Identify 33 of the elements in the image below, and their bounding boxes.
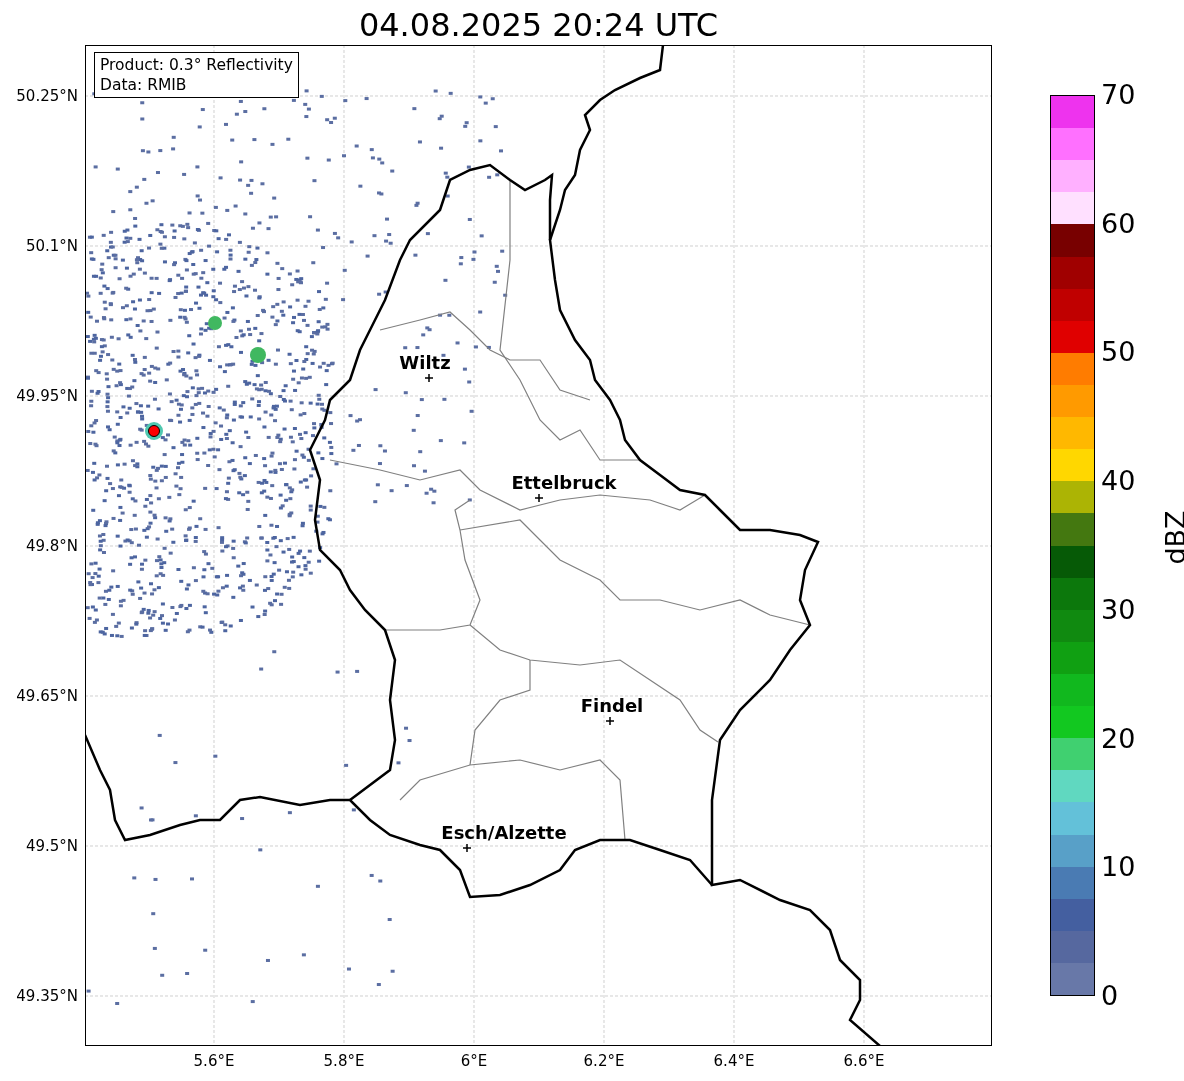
longitude-tick-label: 5.6°E (193, 1052, 235, 1070)
latitude-tick-label: 49.65°N (16, 686, 78, 706)
city-label: Esch/Alzette (441, 822, 567, 844)
city-label: Wiltz (399, 352, 451, 374)
radar-site-marker (148, 425, 160, 437)
longitude-tick-label: 6.6°E (843, 1052, 885, 1070)
city-marker-icon (605, 716, 615, 726)
latitude-tick-label: 49.8°N (25, 536, 78, 556)
city-label: Findel (580, 695, 644, 717)
latitude-tick-label: 49.95°N (16, 386, 78, 406)
longitude-tick-label: 6.4°E (713, 1052, 755, 1070)
longitude-tick-label: 6.2°E (583, 1052, 625, 1070)
colorbar-tick-label: 40 (1101, 465, 1136, 498)
info-text: Product: 0.3° Reflectivity (100, 55, 293, 75)
longitude-tick-label: 5.8°E (323, 1052, 365, 1070)
colorbar-tick-label: 60 (1101, 207, 1136, 240)
city-marker-icon (424, 373, 434, 383)
latitude-tick-label: 50.25°N (16, 86, 78, 106)
city-marker-icon (534, 493, 544, 503)
latitude-tick-label: 50.1°N (25, 236, 78, 256)
city-label: Ettelbruck (511, 472, 617, 494)
colorbar-tick-label: 70 (1101, 79, 1136, 111)
city-marker-icon (462, 843, 472, 853)
latitude-tick-label: 49.35°N (16, 986, 78, 1006)
chart-title: 04.08.2025 20:24 UTC (357, 5, 720, 45)
colorbar-tick-label: 10 (1101, 851, 1136, 884)
colorbar-tick-label: 30 (1101, 593, 1136, 626)
colorbar-tick-label: 20 (1101, 722, 1136, 755)
latitude-tick-label: 49.5°N (25, 836, 78, 856)
longitude-tick-label: 6°E (460, 1052, 488, 1070)
info-text: Data: RMIB (100, 75, 188, 95)
colorbar-tick-label: 50 (1101, 336, 1136, 369)
colorbar-tick-label: 0 (1101, 979, 1119, 1012)
